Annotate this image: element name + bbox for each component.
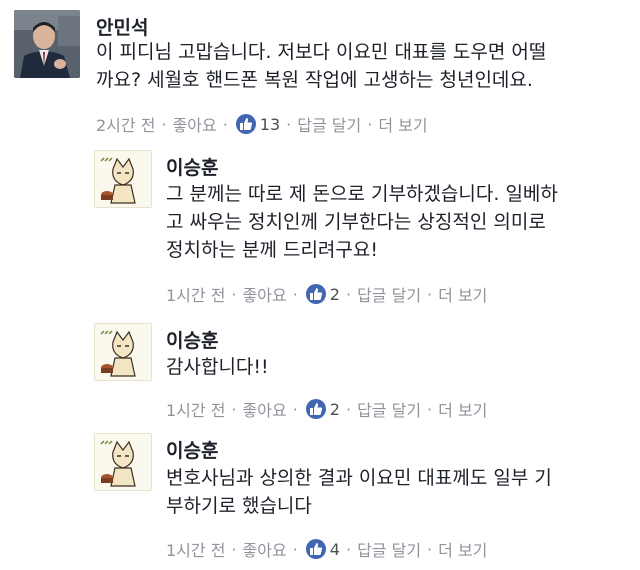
separator-dot: ·: [286, 114, 292, 134]
separator-dot: ·: [231, 539, 237, 559]
like-button[interactable]: 좋아요: [243, 537, 287, 561]
comment-meta: 1시간 전 · 좋아요 · 2 · 답글 달기 · 더 보기: [166, 397, 487, 421]
comment-author[interactable]: 이승훈: [166, 326, 218, 353]
comment-timestamp[interactable]: 1시간 전: [166, 397, 225, 421]
separator-dot: ·: [292, 399, 298, 419]
avatar[interactable]: [14, 10, 80, 78]
comment-text-line: 까요? 세월호 핸드폰 복원 작업에 고생하는 청년인데요.: [96, 69, 533, 91]
comment-text-line: 감사합니다!!: [166, 356, 269, 378]
comment-text: 이 피디님 고맙습니다. 저보다 이요민 대표를 도우면 어떨 까요? 세월호 …: [96, 38, 546, 94]
comment-author[interactable]: 이승훈: [166, 153, 218, 180]
separator-dot: ·: [427, 539, 433, 559]
separator-dot: ·: [292, 284, 298, 304]
reply-button[interactable]: 답글 달기: [297, 112, 361, 136]
see-more-button[interactable]: 더 보기: [438, 537, 487, 561]
separator-dot: ·: [345, 284, 352, 304]
comment-text-line: 그 분께는 따로 제 돈으로 기부하겠습니다. 일베하: [166, 183, 558, 205]
see-more-button[interactable]: 더 보기: [438, 397, 487, 421]
like-count[interactable]: 4: [330, 540, 340, 559]
like-count[interactable]: 2: [330, 285, 340, 304]
comment-author[interactable]: 안민석: [96, 13, 148, 40]
comment-meta: 1시간 전 · 좋아요 · 2 · 답글 달기 · 더 보기: [166, 282, 487, 306]
reply-button[interactable]: 답글 달기: [357, 282, 421, 306]
comment-meta: 2시간 전 · 좋아요 · 13 · 답글 달기 · 더 보기: [96, 112, 428, 136]
thumbs-up-icon[interactable]: [235, 114, 256, 134]
comment-timestamp[interactable]: 1시간 전: [166, 282, 225, 306]
separator-dot: ·: [292, 539, 298, 559]
comment-text-line: 이 피디님 고맙습니다. 저보다 이요민 대표를 도우면 어떨: [96, 41, 547, 63]
thumbs-up-icon[interactable]: [305, 284, 326, 304]
comment-text: 변호사님과 상의한 결과 이요민 대표께도 일부 기 부하기로 했습니다: [166, 464, 552, 520]
comment-text-line: 변호사님과 상의한 결과 이요민 대표께도 일부 기: [166, 467, 552, 489]
thumbs-up-icon[interactable]: [305, 539, 326, 559]
separator-dot: ·: [367, 114, 373, 134]
avatar[interactable]: [94, 150, 152, 208]
thumbs-up-icon[interactable]: [305, 399, 326, 419]
separator-dot: ·: [345, 399, 352, 419]
comment-text-line: 정치하는 분께 드리려구요!: [166, 239, 378, 261]
comment-author[interactable]: 이승훈: [166, 436, 218, 463]
like-button[interactable]: 좋아요: [173, 112, 217, 136]
comment-timestamp[interactable]: 1시간 전: [166, 537, 225, 561]
like-button[interactable]: 좋아요: [243, 282, 287, 306]
reply-button[interactable]: 답글 달기: [357, 397, 421, 421]
like-count[interactable]: 2: [330, 400, 340, 419]
comment-text-line: 부하기로 했습니다: [166, 495, 312, 517]
comment-timestamp[interactable]: 2시간 전: [96, 112, 155, 136]
comment-text: 감사합니다!!: [166, 353, 269, 381]
reply-button[interactable]: 답글 달기: [357, 537, 421, 561]
comment-text-line: 고 싸우는 정치인께 기부한다는 상징적인 의미로: [166, 211, 546, 233]
see-more-button[interactable]: 더 보기: [438, 282, 487, 306]
separator-dot: ·: [427, 284, 433, 304]
avatar[interactable]: [94, 323, 152, 381]
like-count[interactable]: 13: [260, 115, 280, 134]
separator-dot: ·: [345, 539, 352, 559]
separator-dot: ·: [231, 284, 237, 304]
comment-meta: 1시간 전 · 좋아요 · 4 · 답글 달기 · 더 보기: [166, 537, 487, 561]
comment-text: 그 분께는 따로 제 돈으로 기부하겠습니다. 일베하 고 싸우는 정치인께 기…: [166, 180, 558, 264]
see-more-button[interactable]: 더 보기: [378, 112, 427, 136]
like-button[interactable]: 좋아요: [243, 397, 287, 421]
separator-dot: ·: [222, 114, 228, 134]
separator-dot: ·: [231, 399, 237, 419]
separator-dot: ·: [161, 114, 167, 134]
separator-dot: ·: [427, 399, 433, 419]
avatar[interactable]: [94, 433, 152, 491]
